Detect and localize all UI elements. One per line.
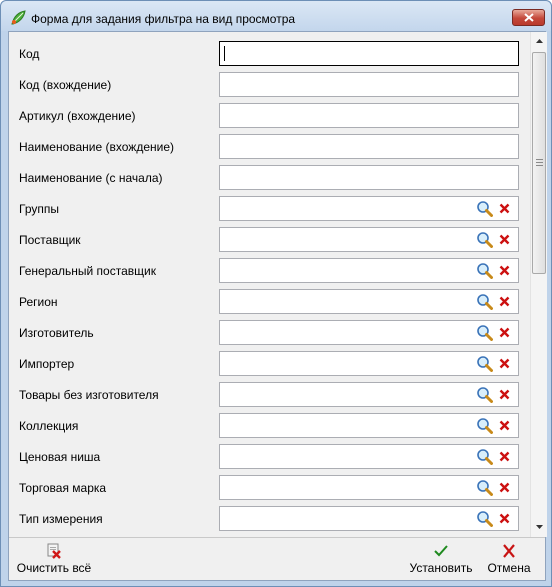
field-label: Коллекция <box>19 419 79 433</box>
filter-row: Ценовая ниша <box>9 442 529 473</box>
filter-row: Генеральный поставщик <box>9 256 529 287</box>
field-label: Генеральный поставщик <box>19 264 156 278</box>
dialog-client-area: Код Код (вхождение) Артикул (вхождение) Наи… <box>8 31 547 581</box>
filter-row: Изготовитель <box>9 318 529 349</box>
apply-button[interactable]: Установить <box>405 540 477 578</box>
filter-row: Код <box>9 39 529 70</box>
filter-dialog-window: Форма для задания фильтра на вид просмот… <box>0 0 552 587</box>
window-title: Форма для задания фильтра на вид просмот… <box>31 12 296 26</box>
clear-x-icon[interactable] <box>499 482 510 493</box>
clear-x-icon[interactable] <box>499 451 510 462</box>
field-label: Группы <box>19 202 59 216</box>
filter-row: Наименование (вхождение) <box>9 132 529 163</box>
lookup-field[interactable] <box>219 444 519 469</box>
filter-row: Наименование (с начала) <box>9 163 529 194</box>
magnifier-icon[interactable] <box>476 200 493 217</box>
text-caret <box>224 46 225 61</box>
close-icon <box>523 13 534 22</box>
filter-row: Импортер <box>9 349 529 380</box>
checkmark-icon <box>434 545 448 557</box>
scroll-up-button[interactable] <box>531 33 547 49</box>
clear-all-button[interactable]: Очистить всё <box>13 540 95 578</box>
filter-row: Тип измерения <box>9 504 529 535</box>
clear-x-icon[interactable] <box>499 420 510 431</box>
magnifier-icon[interactable] <box>476 324 493 341</box>
text-input[interactable] <box>219 41 519 66</box>
scroll-down-arrow-icon <box>535 525 543 529</box>
lookup-field[interactable] <box>219 289 519 314</box>
clear-x-icon[interactable] <box>499 389 510 400</box>
cancel-button[interactable]: Отмена <box>483 540 535 578</box>
field-label: Наименование (с начала) <box>19 171 163 185</box>
text-input[interactable] <box>219 103 519 128</box>
scroll-grip-line <box>536 159 543 160</box>
filter-row: Регион <box>9 287 529 318</box>
clear-x-icon[interactable] <box>499 203 510 214</box>
filter-row: Товары без изготовителя <box>9 380 529 411</box>
filter-row: Торговая марка <box>9 473 529 504</box>
magnifier-icon[interactable] <box>476 448 493 465</box>
clear-x-icon[interactable] <box>499 296 510 307</box>
field-label: Торговая марка <box>19 481 107 495</box>
filter-row: Коллекция <box>9 411 529 442</box>
magnifier-icon[interactable] <box>476 293 493 310</box>
clear-x-icon[interactable] <box>499 358 510 369</box>
magnifier-icon[interactable] <box>476 231 493 248</box>
app-leaf-icon <box>11 10 26 25</box>
field-label: Тип измерения <box>19 512 103 526</box>
field-label: Импортер <box>19 357 75 371</box>
lookup-field[interactable] <box>219 227 519 252</box>
magnifier-icon[interactable] <box>476 262 493 279</box>
lookup-field[interactable] <box>219 475 519 500</box>
filter-row: Артикул (вхождение) <box>9 101 529 132</box>
filter-row: Поставщик <box>9 225 529 256</box>
scroll-grip-line <box>536 162 543 163</box>
text-input[interactable] <box>219 72 519 97</box>
clear-x-icon[interactable] <box>499 513 510 524</box>
clear-x-icon[interactable] <box>499 327 510 338</box>
lookup-field[interactable] <box>219 196 519 221</box>
filter-row: Код (вхождение) <box>9 70 529 101</box>
lookup-field[interactable] <box>219 258 519 283</box>
field-label: Товары без изготовителя <box>19 388 159 402</box>
scroll-up-arrow-icon <box>535 39 543 43</box>
close-button[interactable] <box>512 9 545 26</box>
filter-form: Код Код (вхождение) Артикул (вхождение) Наи… <box>9 32 529 537</box>
clear-all-icon <box>47 543 61 559</box>
magnifier-icon[interactable] <box>476 479 493 496</box>
field-label: Ценовая ниша <box>19 450 101 464</box>
title-bar[interactable]: Форма для задания фильтра на вид просмот… <box>1 1 551 31</box>
field-label: Изготовитель <box>19 326 94 340</box>
scroll-down-button[interactable] <box>531 519 547 535</box>
bottom-toolbar: Очистить всё Установить Отмена <box>9 537 545 580</box>
lookup-field[interactable] <box>219 506 519 531</box>
clear-x-icon[interactable] <box>499 234 510 245</box>
scroll-grip-line <box>536 165 543 166</box>
scroll-thumb[interactable] <box>532 52 546 274</box>
field-label: Артикул (вхождение) <box>19 109 136 123</box>
field-label: Наименование (вхождение) <box>19 140 174 154</box>
field-label: Код (вхождение) <box>19 78 112 92</box>
field-label: Код <box>19 47 40 61</box>
lookup-field[interactable] <box>219 382 519 407</box>
magnifier-icon[interactable] <box>476 510 493 527</box>
magnifier-icon[interactable] <box>476 386 493 403</box>
field-label: Поставщик <box>19 233 81 247</box>
cancel-label: Отмена <box>487 561 531 575</box>
lookup-field[interactable] <box>219 413 519 438</box>
clear-all-label: Очистить всё <box>16 561 92 575</box>
lookup-field[interactable] <box>219 320 519 345</box>
apply-label: Установить <box>409 561 473 575</box>
vertical-scrollbar[interactable] <box>530 32 547 537</box>
text-input[interactable] <box>219 165 519 190</box>
text-input[interactable] <box>219 134 519 159</box>
field-label: Регион <box>19 295 58 309</box>
filter-row: Группы <box>9 194 529 225</box>
clear-x-icon[interactable] <box>499 265 510 276</box>
lookup-field[interactable] <box>219 351 519 376</box>
magnifier-icon[interactable] <box>476 417 493 434</box>
magnifier-icon[interactable] <box>476 355 493 372</box>
cancel-x-icon <box>503 544 515 558</box>
